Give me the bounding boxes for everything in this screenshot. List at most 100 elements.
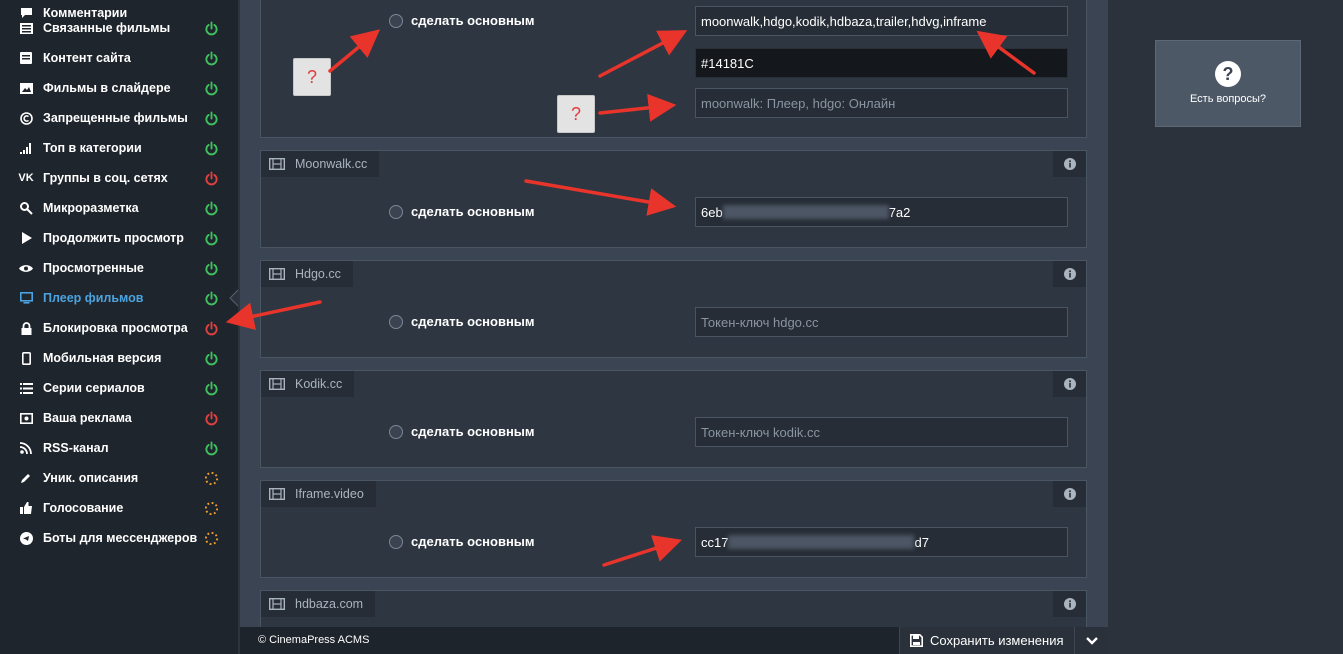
player-settings-card: сделать основным moonwalk,hdgo,kodik,hdb… [260,0,1087,138]
save-button[interactable]: Сохранить изменения [899,627,1074,654]
card-header: Kodik.cc [261,371,355,397]
info-icon[interactable] [1053,371,1086,397]
expand-button[interactable] [1074,627,1108,654]
copyright-icon [19,111,33,125]
sidebar-item-mobile-version[interactable]: Мобильная версия [0,343,238,373]
sidebar-item-your-ads[interactable]: Ваша реклама [0,403,238,433]
power-on-icon[interactable] [204,141,219,156]
telegram-icon [19,531,33,545]
power-on-icon[interactable] [204,351,219,366]
power-on-icon[interactable] [204,441,219,456]
make-main-option[interactable]: сделать основным [389,13,535,28]
player-card-hdgo: Hdgo.cc сделать основным Токен-ключ hdgo… [260,260,1087,358]
play-icon [19,231,33,245]
sidebar-item-viewing-block[interactable]: Блокировка просмотра [0,313,238,343]
list-icon [19,381,33,395]
token-input-hdgo[interactable]: Токен-ключ hdgo.cc [695,307,1068,337]
sidebar-item-forbidden-films[interactable]: Запрещенные фильмы [0,103,238,133]
power-on-icon[interactable] [204,21,219,36]
sidebar-item-microdata[interactable]: Микроразметка [0,193,238,223]
power-on-icon[interactable] [204,81,219,96]
sidebar-item-rss[interactable]: RSS-канал [0,433,238,463]
sidebar-item-messenger-bots[interactable]: Боты для мессенджеров [0,523,238,553]
card-header: Iframe.video [261,481,376,507]
radio-button[interactable] [389,424,403,439]
power-on-icon[interactable] [204,261,219,276]
player-names-input[interactable]: moonwalk: Плеер, hdgo: Онлайн [695,88,1068,118]
power-on-icon[interactable] [204,51,219,66]
make-main-option[interactable]: сделать основным [389,314,535,329]
player-color-input[interactable]: #14181C [695,48,1068,78]
sidebar-item-related-films[interactable]: Связанные фильмы [0,13,238,43]
eye-icon [19,261,33,275]
power-on-icon[interactable] [204,111,219,126]
make-main-label: сделать основным [411,314,535,329]
film-icon [269,268,285,280]
help-question-button[interactable]: ? [293,58,331,96]
token-input-moonwalk[interactable]: 6eb 7a2 [695,197,1068,227]
sidebar-item-top-category[interactable]: Топ в категории [0,133,238,163]
help-question-button[interactable]: ? [557,95,595,133]
mobile-icon [19,351,33,365]
radio-button[interactable] [389,13,403,28]
loading-icon [204,501,219,516]
content-icon [19,51,33,65]
floppy-disk-icon [910,634,923,647]
player-name: hdbaza.com [295,597,364,611]
make-main-option[interactable]: сделать основным [389,534,535,549]
list-icon [19,21,33,35]
sidebar-item-site-content[interactable]: Контент сайта [0,43,238,73]
redacted-token [728,535,915,549]
loading-icon [204,531,219,546]
film-icon [269,488,285,500]
info-icon[interactable] [1053,591,1086,617]
power-on-icon[interactable] [204,381,219,396]
radio-button[interactable] [389,204,403,219]
thumbs-up-icon [19,501,33,515]
info-icon[interactable] [1053,481,1086,507]
power-off-icon[interactable] [204,411,219,426]
sidebar-item-voting[interactable]: Голосование [0,493,238,523]
radio-button[interactable] [389,314,403,329]
info-icon[interactable] [1053,151,1086,177]
help-label: Есть вопросы? [1189,93,1267,105]
make-main-label: сделать основным [411,13,535,28]
sidebar-item-social-groups[interactable]: VK Группы в соц. сетях [0,163,238,193]
power-off-icon[interactable] [204,171,219,186]
key-icon [19,201,33,215]
card-header: Moonwalk.cc [261,151,380,177]
sidebar-item-watched[interactable]: Просмотренные [0,253,238,283]
make-main-label: сделать основным [411,424,535,439]
sidebar-item-slider-films[interactable]: Фильмы в слайдере [0,73,238,103]
power-on-icon[interactable] [204,291,219,306]
player-order-input[interactable]: moonwalk,hdgo,kodik,hdbaza,trailer,hdvg,… [695,6,1068,36]
power-on-icon[interactable] [204,201,219,216]
question-circle-icon: ? [1215,61,1241,87]
footer: © CinemaPress ACMS Сохранить изменения [240,627,1108,654]
loading-icon [204,471,219,486]
sidebar-item-film-player[interactable]: Плеер фильмов [0,283,238,313]
power-off-icon[interactable] [204,321,219,336]
make-main-option[interactable]: сделать основным [389,204,535,219]
sidebar: Комментарии Связанные фильмы Контент сай… [0,0,239,654]
sidebar-item-continue-watching[interactable]: Продолжить просмотр [0,223,238,253]
player-name: Iframe.video [295,487,364,501]
token-input-kodik[interactable]: Токен-ключ kodik.cc [695,417,1068,447]
rss-icon [19,441,33,455]
redacted-token [722,205,889,219]
sidebar-item-series[interactable]: Серии сериалов [0,373,238,403]
lock-icon [19,321,33,335]
image-icon [19,81,33,95]
copyright-text: © CinemaPress ACMS [258,634,370,646]
token-input-iframe[interactable]: cc17 d7 [695,527,1068,557]
info-icon[interactable] [1053,261,1086,287]
sidebar-item-unique-descriptions[interactable]: Уник. описания [0,463,238,493]
pencil-icon [19,471,33,485]
chevron-down-icon [1085,636,1098,645]
make-main-option[interactable]: сделать основным [389,424,535,439]
player-name: Moonwalk.cc [295,157,368,171]
radio-button[interactable] [389,534,403,549]
vk-icon: VK [18,172,34,184]
help-box[interactable]: ? Есть вопросы? [1155,40,1301,127]
power-on-icon[interactable] [204,231,219,246]
